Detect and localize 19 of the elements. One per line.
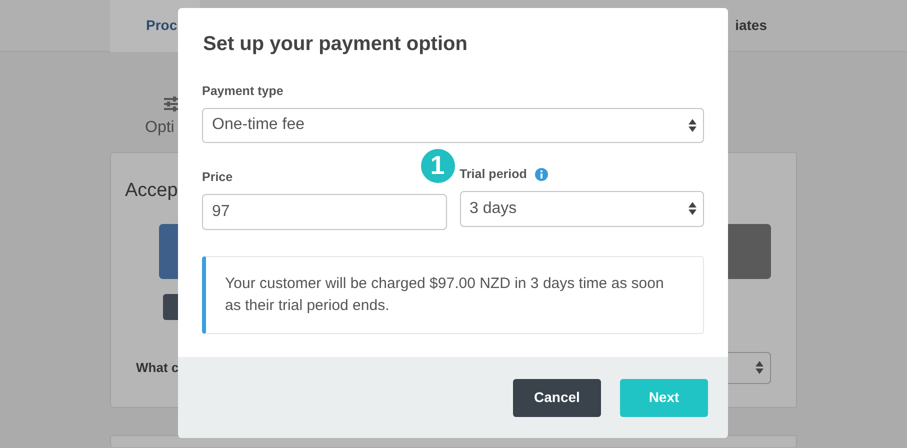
field-label: Payment type [202,83,284,100]
payment-type-select[interactable]: One-time fee [202,108,704,143]
sliders-icon [164,96,180,112]
dropdown-arrows-icon [755,360,764,375]
field-label: Trial period [460,166,527,183]
nav-tab[interactable]: iates [735,0,767,52]
info-notice: Your customer will be charged $97.00 NZD in 3 days time as soon as their trial period ends. [202,256,704,334]
modal-title: Set up your payment option [203,32,468,57]
price-input[interactable]: 97 [202,194,446,230]
card-title: Accep [125,179,178,203]
info-icon[interactable] [534,168,548,181]
field-label: Price [202,168,233,186]
step-badge: 1 [418,146,456,185]
field-label: What c [136,358,179,377]
trial-period-select[interactable]: 3 days [460,190,704,226]
tab-label[interactable]: Opti [145,116,174,140]
cancel-button[interactable]: Cancel [513,378,601,416]
dropdown-arrows-icon [688,118,697,133]
dropdown-arrows-icon [688,201,697,216]
